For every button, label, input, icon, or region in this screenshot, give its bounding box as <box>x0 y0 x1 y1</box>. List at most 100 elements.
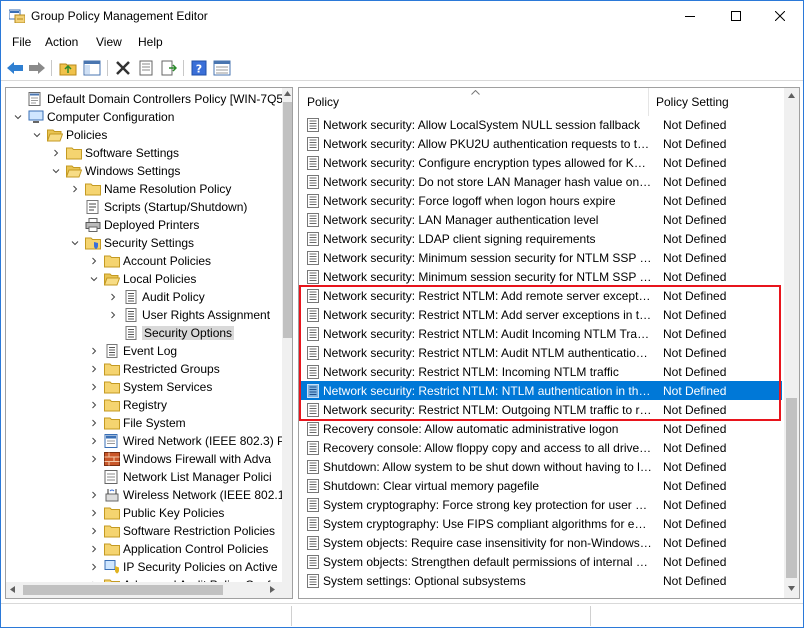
tree-item-network-list-manager[interactable]: Network List Manager Polici <box>88 468 272 486</box>
policy-row[interactable]: System settings: Optional subsystems Not … <box>299 571 782 590</box>
chevron-right-icon[interactable] <box>88 255 100 267</box>
tree-item-audit-policy[interactable]: Audit Policy <box>107 288 205 306</box>
chevron-right-icon[interactable] <box>88 507 100 519</box>
show-hide-tree-icon[interactable] <box>82 58 102 78</box>
tree-item-local-policies[interactable]: Local Policies <box>88 270 196 288</box>
tree-item-ip-security-policies[interactable]: IP Security Policies on Active <box>88 558 278 576</box>
tree-item-wired-network[interactable]: Wired Network (IEEE 802.3) P <box>88 432 285 450</box>
menu-file[interactable]: File <box>12 35 31 49</box>
chevron-down-icon[interactable] <box>69 237 81 249</box>
tree-item-account-policies[interactable]: Account Policies <box>88 252 211 270</box>
tree-item-deployed-printers[interactable]: Deployed Printers <box>69 216 199 234</box>
forward-button[interactable] <box>27 58 47 78</box>
tree-scroll-thumb[interactable] <box>283 102 292 338</box>
tree-item-file-system[interactable]: File System <box>88 414 186 432</box>
chevron-right-icon[interactable] <box>88 345 100 357</box>
policy-row[interactable]: Network security: Restrict NTLM: Audit N… <box>299 343 782 362</box>
tree-item-windows-settings[interactable]: Windows Settings <box>50 162 180 180</box>
policy-row[interactable]: System cryptography: Use FIPS compliant … <box>299 514 782 533</box>
properties-icon[interactable] <box>136 58 156 78</box>
chevron-right-icon[interactable] <box>88 453 100 465</box>
policy-row[interactable]: Network security: LDAP client signing re… <box>299 229 782 248</box>
up-folder-icon[interactable] <box>58 58 78 78</box>
tree-item-name-resolution-policy[interactable]: Name Resolution Policy <box>69 180 231 198</box>
chevron-right-icon[interactable] <box>69 183 81 195</box>
chevron-right-icon[interactable] <box>88 435 100 447</box>
tree-item-event-log[interactable]: Event Log <box>88 342 177 360</box>
close-button[interactable] <box>757 1 803 31</box>
list-scroll-thumb[interactable] <box>786 398 797 578</box>
tree-item-scripts[interactable]: Scripts (Startup/Shutdown) <box>69 198 247 216</box>
policy-row[interactable]: Network security: Restrict NTLM: Outgoin… <box>299 400 782 419</box>
tree-item-root-policy[interactable]: Default Domain Controllers Policy [WIN-7… <box>12 90 292 108</box>
policy-row[interactable]: System cryptography: Force strong key pr… <box>299 495 782 514</box>
chevron-right-icon[interactable] <box>88 543 100 555</box>
filter-icon[interactable] <box>212 58 232 78</box>
chevron-right-icon[interactable] <box>50 147 62 159</box>
tree-item-computer-configuration[interactable]: Computer Configuration <box>12 108 174 126</box>
maximize-button[interactable] <box>713 1 759 31</box>
help-icon[interactable]: ? <box>189 58 209 78</box>
policy-row[interactable]: Shutdown: Clear virtual memory pagefile N… <box>299 476 782 495</box>
policy-row[interactable]: System objects: Require case insensitivi… <box>299 533 782 552</box>
chevron-right-icon[interactable] <box>88 381 100 393</box>
tree-item-security-settings[interactable]: Security Settings <box>69 234 194 252</box>
tree-vertical-scrollbar[interactable] <box>282 88 292 598</box>
tree-item-security-options[interactable]: Security Options <box>107 324 235 342</box>
list-vertical-scrollbar[interactable] <box>784 88 799 598</box>
chevron-right-icon[interactable] <box>88 417 100 429</box>
chevron-down-icon[interactable] <box>50 165 62 177</box>
policy-row[interactable]: Network security: Minimum session securi… <box>299 248 782 267</box>
policy-row[interactable]: Network security: Allow LocalSystem NULL… <box>299 115 782 134</box>
menu-action[interactable]: Action <box>45 35 78 49</box>
export-list-icon[interactable] <box>159 58 179 78</box>
policy-setting-icon <box>305 326 321 341</box>
chevron-right-icon[interactable] <box>88 561 100 573</box>
column-header-policy-setting[interactable]: Policy Setting <box>650 88 790 116</box>
policy-row[interactable]: Recovery console: Allow automatic admini… <box>299 419 782 438</box>
policy-row[interactable]: Shutdown: Allow system to be shut down w… <box>299 457 782 476</box>
delete-icon[interactable] <box>113 58 133 78</box>
tree-item-software-restriction-policies[interactable]: Software Restriction Policies <box>88 522 275 540</box>
policy-row[interactable]: Network security: Restrict NTLM: Add rem… <box>299 286 782 305</box>
tree-item-registry[interactable]: Registry <box>88 396 167 414</box>
tree-item-wireless-network[interactable]: Wireless Network (IEEE 802.1 <box>88 486 284 504</box>
policy-row[interactable]: System objects: Strengthen default permi… <box>299 552 782 571</box>
chevron-right-icon[interactable] <box>107 309 119 321</box>
policy-row[interactable]: Network security: Minimum session securi… <box>299 267 782 286</box>
tree-horizontal-scrollbar[interactable] <box>5 582 293 599</box>
policy-row[interactable]: Network security: Restrict NTLM: Incomin… <box>299 362 782 381</box>
tree-item-system-services[interactable]: System Services <box>88 378 212 396</box>
folder-open-icon <box>47 128 63 142</box>
chevron-right-icon[interactable] <box>88 399 100 411</box>
menu-view[interactable]: View <box>96 35 122 49</box>
back-button[interactable] <box>5 58 25 78</box>
policy-row[interactable]: Recovery console: Allow floppy copy and … <box>299 438 782 457</box>
column-header-policy[interactable]: Policy <box>299 88 649 116</box>
chevron-down-icon[interactable] <box>12 111 24 123</box>
chevron-right-icon[interactable] <box>88 489 100 501</box>
chevron-down-icon[interactable] <box>88 273 100 285</box>
tree-item-restricted-groups[interactable]: Restricted Groups <box>88 360 220 378</box>
tree-item-policies[interactable]: Policies <box>31 126 107 144</box>
policy-row[interactable]: Network security: Restrict NTLM: Add ser… <box>299 305 782 324</box>
minimize-button[interactable] <box>667 1 713 31</box>
chevron-right-icon[interactable] <box>88 363 100 375</box>
policy-row[interactable]: Network security: Configure encryption t… <box>299 153 782 172</box>
menu-help[interactable]: Help <box>138 35 163 49</box>
chevron-down-icon[interactable] <box>31 129 43 141</box>
policy-row[interactable]: Network security: LAN Manager authentica… <box>299 210 782 229</box>
tree-item-application-control-policies[interactable]: Application Control Policies <box>88 540 268 558</box>
policy-row[interactable]: Network security: Force logoff when logo… <box>299 191 782 210</box>
chevron-right-icon[interactable] <box>88 525 100 537</box>
tree-item-software-settings[interactable]: Software Settings <box>50 144 179 162</box>
policy-row[interactable]: Network security: Restrict NTLM: Audit I… <box>299 324 782 343</box>
tree-hscroll-thumb[interactable] <box>23 585 223 595</box>
tree-item-windows-firewall[interactable]: Windows Firewall with Adva <box>88 450 271 468</box>
policy-row[interactable]: Network security: Restrict NTLM: NTLM au… <box>299 381 782 400</box>
tree-item-user-rights-assignment[interactable]: User Rights Assignment <box>107 306 270 324</box>
policy-row[interactable]: Network security: Do not store LAN Manag… <box>299 172 782 191</box>
policy-row[interactable]: Network security: Allow PKU2U authentica… <box>299 134 782 153</box>
tree-item-public-key-policies[interactable]: Public Key Policies <box>88 504 224 522</box>
chevron-right-icon[interactable] <box>107 291 119 303</box>
